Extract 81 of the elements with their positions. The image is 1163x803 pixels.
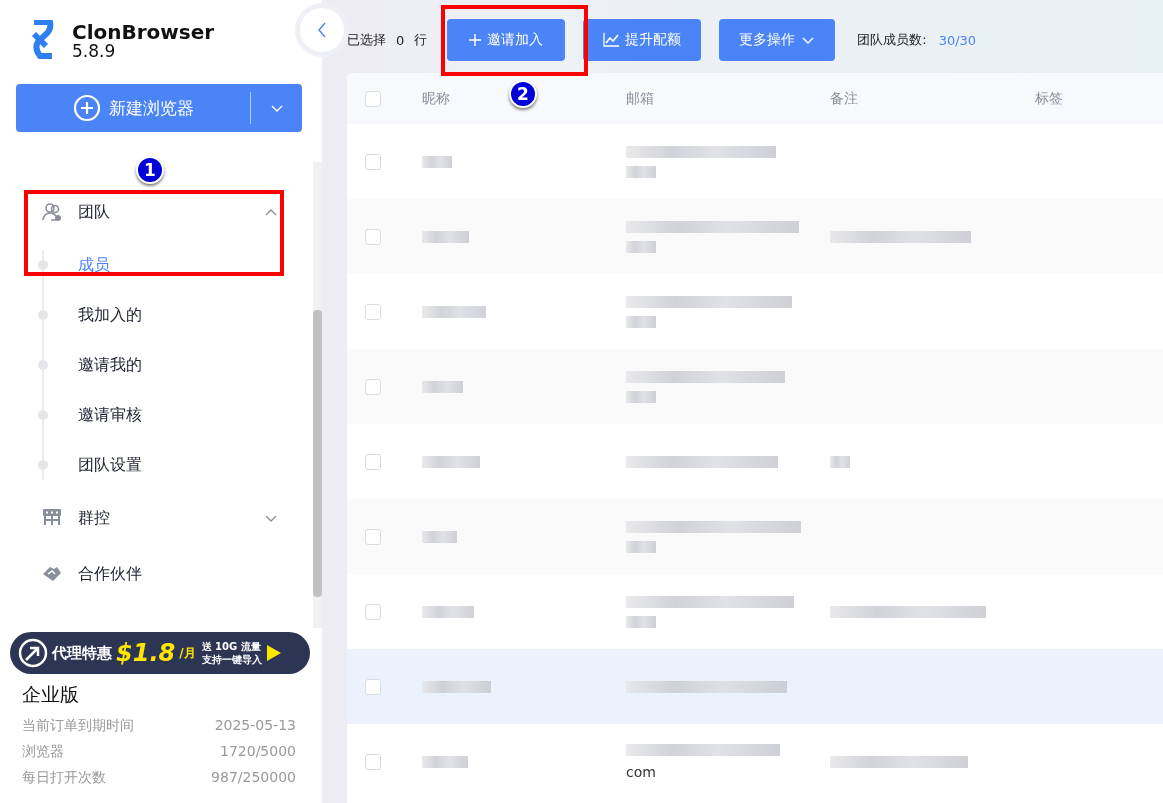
timeline-dot xyxy=(38,310,48,320)
plus-circle-icon xyxy=(72,94,101,122)
hierarchy-icon xyxy=(42,508,62,528)
redacted-nickname xyxy=(422,155,452,168)
redacted-nickname xyxy=(422,605,474,618)
handshake-icon xyxy=(42,564,62,584)
redacted-email xyxy=(626,315,656,328)
promo-text: 支持一键导入 xyxy=(201,653,262,666)
promo-label: 代理特惠 xyxy=(52,643,112,663)
timeline-dot xyxy=(38,410,48,420)
row-checkbox[interactable] xyxy=(365,453,381,470)
menu-item[interactable]: 合作伙伴 xyxy=(0,546,310,602)
redacted-email xyxy=(626,165,656,178)
redacted-email xyxy=(626,615,656,628)
plan-label: 每日打开次数 xyxy=(22,768,106,787)
plus-icon xyxy=(469,34,482,46)
table-row[interactable]: com xyxy=(347,724,1163,799)
chart-icon xyxy=(603,33,620,47)
redacted-nickname xyxy=(422,380,463,393)
promo-unit: /月 xyxy=(179,644,196,662)
row-checkbox[interactable] xyxy=(365,303,381,320)
plan-label: 当前订单到期时间 xyxy=(22,716,134,735)
select-all-checkbox[interactable] xyxy=(365,90,381,107)
redacted-nickname xyxy=(422,755,468,768)
plan-label: 浏览器 xyxy=(22,742,64,761)
timeline-dot xyxy=(38,360,48,370)
timeline-dot xyxy=(38,460,48,470)
plan-title: 企业版 xyxy=(22,682,80,707)
table-row[interactable] xyxy=(347,199,1163,274)
submenu-item[interactable]: 团队设置 xyxy=(78,454,142,476)
menu-item[interactable]: 团队 xyxy=(0,184,310,240)
timeline-dot xyxy=(38,260,48,270)
redacted-email xyxy=(626,390,656,403)
submenu-item[interactable]: 邀请审核 xyxy=(78,404,142,426)
submenu-item[interactable]: 邀请我的 xyxy=(78,354,142,376)
redacted-nickname xyxy=(422,305,486,318)
redacted-nickname xyxy=(422,455,480,468)
redacted-email xyxy=(626,540,656,553)
new-browser-button[interactable]: 新建浏览器 xyxy=(16,84,302,132)
more-button[interactable]: 更多操作 xyxy=(719,19,836,61)
column-header: 邮箱 xyxy=(626,89,654,108)
submenu-item[interactable]: 我加入的 xyxy=(78,304,142,326)
row-checkbox[interactable] xyxy=(365,678,381,695)
redacted-note xyxy=(830,455,850,468)
column-header: 备注 xyxy=(830,89,858,108)
redacted-nickname xyxy=(422,230,469,243)
table-row[interactable] xyxy=(347,349,1163,424)
promo-text: 送 10G 流量 xyxy=(201,640,262,653)
redacted-nickname xyxy=(422,530,457,543)
plan-value: 1720/5000 xyxy=(220,742,296,761)
row-checkbox[interactable] xyxy=(365,528,381,545)
selected-count: 0 xyxy=(396,32,405,48)
table-row[interactable] xyxy=(347,499,1163,574)
plan-value: 2025-05-13 xyxy=(214,716,296,735)
logo-icon xyxy=(30,20,56,60)
redacted-email xyxy=(626,240,656,253)
app-version: 5.8.9 xyxy=(72,42,117,60)
column-header: 标签 xyxy=(1035,89,1063,108)
member-count: 30/30 xyxy=(938,32,977,48)
row-checkbox[interactable] xyxy=(365,378,381,395)
chevron-left-icon xyxy=(317,22,327,38)
row-checkbox[interactable] xyxy=(365,153,381,170)
member-count-label: 团队成员数: xyxy=(857,31,927,49)
submenu-item[interactable]: 成员 xyxy=(78,254,110,276)
plan-value: 987/250000 xyxy=(211,768,296,787)
selected-label: 已选择 xyxy=(347,31,386,49)
team-icon xyxy=(42,202,62,222)
redacted-nickname xyxy=(422,680,491,693)
upgrade-button[interactable]: 提升配额 xyxy=(583,19,702,61)
app-name: ClonBrowser xyxy=(72,20,215,43)
selected-unit: 行 xyxy=(414,31,428,49)
row-checkbox[interactable] xyxy=(365,753,381,770)
menu-item[interactable]: 群控 xyxy=(0,490,310,546)
play-icon xyxy=(265,644,282,662)
email-text: com xyxy=(626,763,657,780)
row-checkbox[interactable] xyxy=(365,603,381,620)
promo-price: $1.8 xyxy=(116,639,176,667)
row-checkbox[interactable] xyxy=(365,228,381,245)
table-row[interactable] xyxy=(347,649,1163,724)
column-header: 昵称 xyxy=(422,89,450,108)
invite-button[interactable]: 邀请加入 xyxy=(447,19,566,61)
